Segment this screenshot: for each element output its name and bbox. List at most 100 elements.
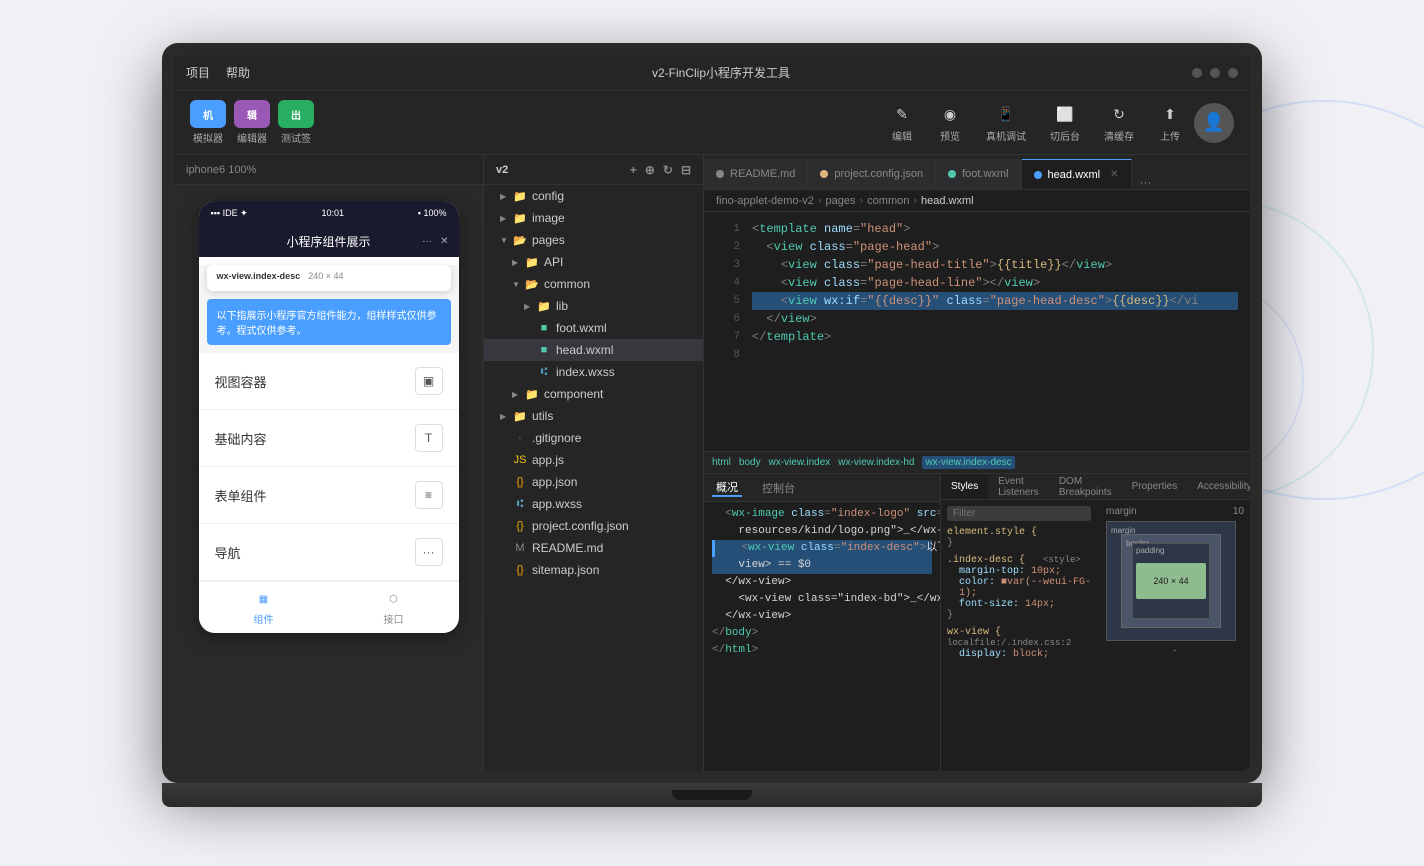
- dom-wx-view-index-desc-tag[interactable]: wx-view.index-desc: [922, 456, 1014, 469]
- dom-wx-view-index-tag[interactable]: wx-view.index: [769, 457, 831, 468]
- tree-item-lib[interactable]: ▶ 📁 lib: [484, 295, 703, 317]
- box-diagram: margin border padding 240 × 44: [1106, 521, 1236, 641]
- menu-item-nav-label: 导航: [215, 543, 241, 562]
- toolbar-btn-editor[interactable]: 辑 编辑器: [234, 100, 270, 145]
- phone-close-icon[interactable]: ✕: [440, 236, 448, 247]
- code-editor[interactable]: 1 2 3 4 5 6 7 8 <template name="head">: [704, 212, 1250, 451]
- tab-project-config[interactable]: project.config.json: [808, 159, 936, 189]
- laptop-wrapper: 项目 帮助 v2-FinClip小程序开发工具 机 模拟器: [162, 43, 1262, 823]
- folder-component-icon: 📁: [524, 386, 540, 402]
- editor-panel: README.md project.config.json foot.wxml: [704, 155, 1250, 771]
- phone-frame: ▪▪▪ IDE ✦ 10:01 ▪ 100% 小程序组件展示 ··· ✕: [199, 201, 459, 633]
- tree-item-app-json[interactable]: ▶ {} app.json: [484, 471, 703, 493]
- new-folder-icon[interactable]: ⊕: [645, 163, 655, 177]
- folder-config-icon: 📁: [512, 188, 528, 204]
- phone-tooltip: wx-view.index-desc 240 × 44: [207, 265, 451, 291]
- dom-html-tag[interactable]: html: [712, 457, 731, 468]
- styles-tab-dom-breakpoints[interactable]: DOM Breakpoints: [1049, 474, 1122, 499]
- phone-title-bar: 小程序组件展示 ··· ✕: [199, 225, 459, 257]
- phone-content: wx-view.index-desc 240 × 44 以下指展示小程序官方组件…: [199, 265, 459, 581]
- wx-view-source[interactable]: localfile:/.index.css:2: [947, 638, 1071, 648]
- tree-item-app-js[interactable]: ▶ JS app.js: [484, 449, 703, 471]
- user-avatar[interactable]: 👤: [1194, 103, 1234, 143]
- menu-project[interactable]: 项目: [186, 64, 210, 81]
- phone-status-bar: ▪▪▪ IDE ✦ 10:01 ▪ 100%: [199, 201, 459, 225]
- styles-tab-accessibility[interactable]: Accessibility: [1187, 474, 1250, 499]
- action-edit[interactable]: ✎ 编辑: [890, 102, 914, 143]
- collapse-icon[interactable]: ⊟: [681, 163, 691, 177]
- action-upload[interactable]: ⬆ 上传: [1158, 102, 1182, 143]
- file-index-wxss-icon: ⑆: [536, 364, 552, 380]
- toolbar-actions: ✎ 编辑 ◉ 预览 📱 真机调试 ⬜ 切后台: [890, 102, 1182, 143]
- window-minimize[interactable]: [1192, 68, 1202, 78]
- tree-item-head-wxml[interactable]: ▶ ■ head.wxml: [484, 339, 703, 361]
- tree-item-image[interactable]: ▶ 📁 image: [484, 207, 703, 229]
- action-clear-cache[interactable]: ↻ 清缓存: [1104, 102, 1134, 143]
- html-line-1: <wx-image class="index-logo" src="../res…: [712, 506, 932, 523]
- menu-item-nav[interactable]: 导航 ···: [199, 524, 459, 581]
- window-maximize[interactable]: [1210, 68, 1220, 78]
- tree-item-app-wxss[interactable]: ▶ ⑆ app.wxss: [484, 493, 703, 515]
- new-file-icon[interactable]: +: [630, 163, 637, 177]
- styles-section: Styles Event Listeners DOM Breakpoints P…: [940, 474, 1250, 771]
- tab-head-wxml[interactable]: head.wxml ✕: [1022, 159, 1132, 189]
- tree-item-config[interactable]: ▶ 📁 config: [484, 185, 703, 207]
- tab-more[interactable]: ···: [1132, 175, 1160, 189]
- menu-item-view-container[interactable]: 视图容器 ▣: [199, 353, 459, 410]
- toolbar-btn-test[interactable]: 出 测试签: [278, 100, 314, 145]
- dev-tab-console[interactable]: 控制台: [758, 480, 799, 496]
- nav-component[interactable]: ▦ 组件: [199, 582, 329, 633]
- tree-item-utils[interactable]: ▶ 📁 utils: [484, 405, 703, 427]
- style-prop-font-size: font-size: 14px;: [947, 599, 1094, 610]
- toolbar-btn-simulator[interactable]: 机 模拟器: [190, 100, 226, 145]
- window-controls: [1192, 68, 1238, 78]
- laptop-base: [162, 783, 1262, 807]
- tree-item-component[interactable]: ▶ 📁 component: [484, 383, 703, 405]
- laptop-notch: [672, 790, 752, 800]
- dev-tab-overview[interactable]: 概况: [712, 479, 742, 497]
- tab-foot-wxml-label: foot.wxml: [962, 168, 1008, 180]
- refresh-icon[interactable]: ↻: [663, 163, 673, 177]
- tree-item-gitignore[interactable]: ▶ · .gitignore: [484, 427, 703, 449]
- dom-wx-view-index-hd-tag[interactable]: wx-view.index-hd: [838, 457, 914, 468]
- styles-tab-event-listeners[interactable]: Event Listeners: [988, 474, 1049, 499]
- menu-item-form[interactable]: 表单组件 ≡: [199, 467, 459, 524]
- tree-item-api[interactable]: ▶ 📁 API: [484, 251, 703, 273]
- phone-more-icon[interactable]: ···: [422, 236, 432, 247]
- tree-item-foot-wxml[interactable]: ▶ ■ foot.wxml: [484, 317, 703, 339]
- action-device-debug[interactable]: 📱 真机调试: [986, 102, 1026, 143]
- tree-item-app-wxss-label: app.wxss: [532, 497, 582, 511]
- clear-cache-icon: ↻: [1107, 102, 1131, 126]
- basic-content-icon: T: [415, 424, 443, 452]
- style-rule-element: element.style { }: [947, 527, 1094, 549]
- menu-item-basic-content[interactable]: 基础内容 T: [199, 410, 459, 467]
- tree-item-index-wxss[interactable]: ▶ ⑆ index.wxss: [484, 361, 703, 383]
- tree-item-image-label: image: [532, 211, 565, 225]
- tree-item-project-config[interactable]: ▶ {} project.config.json: [484, 515, 703, 537]
- tab-foot-wxml[interactable]: foot.wxml: [936, 159, 1021, 189]
- styles-tab-styles[interactable]: Styles: [941, 474, 988, 499]
- box-margin-area: margin border padding 240 × 44: [1106, 521, 1236, 641]
- tree-item-sitemap[interactable]: ▶ {} sitemap.json: [484, 559, 703, 581]
- tree-item-pages-label: pages: [532, 233, 565, 247]
- action-preview[interactable]: ◉ 预览: [938, 102, 962, 143]
- tree-item-pages[interactable]: ▼ 📂 pages: [484, 229, 703, 251]
- window-close[interactable]: [1228, 68, 1238, 78]
- action-background[interactable]: ⬜ 切后台: [1050, 102, 1080, 143]
- phone-selected-area: 以下指展示小程序官方组件能力，组样样式仅供参考。程式仅供参考。: [207, 299, 451, 345]
- clear-cache-label: 清缓存: [1104, 128, 1134, 143]
- editor-breadcrumb: fino-applet-demo-v2 › pages › common › h…: [704, 190, 1250, 212]
- tree-item-common[interactable]: ▼ 📂 common: [484, 273, 703, 295]
- box-border-area: border padding 240 × 44: [1121, 534, 1221, 628]
- menu-item-view-label: 视图容器: [215, 372, 267, 391]
- tab-readme[interactable]: README.md: [704, 159, 808, 189]
- dom-body-tag[interactable]: body: [739, 457, 761, 468]
- styles-filter-input[interactable]: [947, 506, 1091, 521]
- tree-item-readme[interactable]: ▶ M README.md: [484, 537, 703, 559]
- menu-item-form-label: 表单组件: [215, 486, 267, 505]
- nav-interface[interactable]: ⬡ 接口: [329, 582, 459, 633]
- menu-help[interactable]: 帮助: [226, 64, 250, 81]
- styles-tab-properties[interactable]: Properties: [1122, 474, 1188, 499]
- code-area: 1 2 3 4 5 6 7 8 <template name="head">: [704, 212, 1250, 451]
- tab-close-icon[interactable]: ✕: [1110, 169, 1118, 180]
